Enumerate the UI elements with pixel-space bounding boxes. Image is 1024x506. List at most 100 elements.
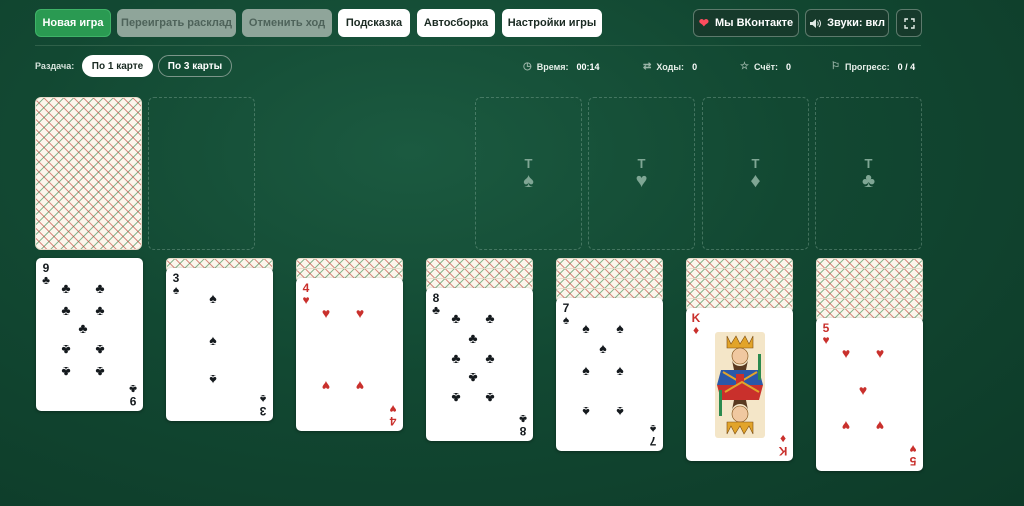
club-icon: ♣ [42, 273, 50, 287]
card-rank: K [778, 444, 788, 458]
diamond-icon: ♦ [750, 169, 761, 192]
settings-button[interactable]: Настройки игры [502, 9, 602, 37]
diamond-icon: ♦ [779, 432, 787, 446]
card-rank: 5 [909, 454, 917, 468]
club-pip-icon: ♣ [95, 342, 105, 358]
sound-toggle-button[interactable]: Звуки: вкл [805, 9, 889, 37]
deal-one-card-option[interactable]: По 1 карте [82, 55, 153, 77]
club-pip-icon: ♣ [61, 280, 71, 296]
progress-label: Прогресс: [844, 61, 890, 72]
vk-button[interactable]: ❤ Мы ВКонтакте [693, 9, 799, 37]
progress-value: 0 / 4 [897, 61, 916, 72]
spade-icon: ♠ [523, 169, 534, 192]
club-pip-icon: ♣ [95, 280, 105, 296]
heart-pip-icon: ♥ [858, 382, 868, 398]
club-pip-icon: ♣ [95, 302, 105, 318]
card-corner: 3 ♠ [169, 272, 183, 296]
spade-pip-icon: ♠ [616, 320, 624, 336]
stock-pile[interactable] [35, 97, 142, 250]
moves-value: 0 [692, 61, 698, 72]
card-rank: 7 [649, 434, 657, 448]
heart-pip-icon: ♥ [355, 378, 365, 394]
heart-suit-icon: ♥ [635, 169, 648, 192]
spade-pip-icon: ♠ [209, 372, 217, 388]
diamond-icon: ♦ [692, 323, 700, 337]
new-game-button[interactable]: Новая игра [35, 9, 111, 37]
spade-icon: ♠ [259, 392, 267, 406]
fullscreen-icon [903, 17, 915, 29]
foundation-rank: Т [637, 155, 646, 171]
tableau-card[interactable]: 8 ♣ 8 ♣ ♣ ♣ ♣ ♣ ♣ ♣ ♣ ♣ [426, 288, 533, 441]
heart-pip-icon: ♥ [841, 345, 851, 361]
card-corner: 4 ♥ [386, 402, 400, 428]
card-corner: 8 ♣ [516, 412, 530, 438]
spade-pip-icon: ♠ [599, 340, 607, 356]
foundation-hearts[interactable]: Т ♥ [588, 97, 695, 250]
foundation-rank: Т [864, 155, 873, 171]
card-corner: 7 ♠ [646, 422, 660, 448]
club-pip-icon: ♣ [468, 370, 478, 386]
spade-pip-icon: ♠ [582, 320, 590, 336]
club-pip-icon: ♣ [451, 310, 461, 326]
spade-pip-icon: ♠ [616, 404, 624, 420]
club-pip-icon: ♣ [485, 310, 495, 326]
club-pip-icon: ♣ [78, 320, 88, 336]
fullscreen-button[interactable] [896, 9, 922, 37]
swap-arrows-icon: ⇄ [643, 61, 652, 72]
tableau-card[interactable]: 4 ♥ 4 ♥ ♥ ♥ ♥ ♥ [296, 278, 403, 431]
spade-pip-icon: ♠ [209, 332, 217, 348]
moves-label: Ходы: [656, 61, 685, 72]
king-portrait-icon [715, 332, 765, 438]
foundation-diamonds[interactable]: Т ♦ [702, 97, 809, 250]
hint-button[interactable]: Подсказка [338, 9, 410, 37]
spade-icon: ♠ [562, 313, 570, 327]
replay-button[interactable]: Переиграть расклад [117, 9, 236, 37]
waste-pile[interactable] [148, 97, 255, 250]
time-label: Время: [536, 61, 569, 72]
tableau-card[interactable]: 3 ♠ 3 ♠ ♠ ♠ ♠ [166, 268, 273, 421]
card-rank: 4 [389, 414, 397, 428]
club-pip-icon: ♣ [485, 350, 495, 366]
autocollect-button[interactable]: Автосборка [417, 9, 495, 37]
club-pip-icon: ♣ [451, 350, 461, 366]
moves-stat: ⇄ Ходы: 0 [643, 61, 697, 72]
undo-button[interactable]: Отменить ход [242, 9, 332, 37]
tableau-card[interactable]: 9 ♣ 9 ♣ ♣ ♣ ♣ ♣ ♣ ♣ ♣ ♣ ♣ [36, 258, 143, 411]
tableau-card[interactable]: K ♦ K ♦ [686, 308, 793, 461]
foundation-clubs[interactable]: Т ♣ [815, 97, 922, 250]
heart-icon: ❤ [698, 16, 709, 30]
club-pip-icon: ♣ [451, 390, 461, 406]
club-icon: ♣ [861, 169, 876, 192]
deal-three-cards-option[interactable]: По 3 карты [158, 55, 232, 77]
toolbar-divider [35, 45, 921, 46]
card-rank: 3 [259, 404, 267, 418]
sound-label: Звуки: вкл [827, 17, 885, 29]
spade-pip-icon: ♠ [582, 362, 590, 378]
heart-icon: ♥ [909, 442, 917, 456]
card-corner: 3 ♠ [256, 392, 270, 418]
card-corner: 5 ♥ [819, 322, 833, 346]
club-icon: ♣ [432, 303, 440, 317]
tableau-card[interactable]: 7 ♠ 7 ♠ ♠ ♠ ♠ ♠ ♠ ♠ ♠ [556, 298, 663, 451]
card-corner: 7 ♠ [559, 302, 573, 326]
speaker-icon [810, 18, 822, 28]
foundation-rank: Т [751, 155, 760, 171]
spade-icon: ♠ [172, 283, 180, 297]
club-pip-icon: ♣ [61, 302, 71, 318]
foundation-rank: Т [524, 155, 533, 171]
spade-pip-icon: ♠ [582, 404, 590, 420]
star-icon: ☆ [740, 61, 749, 72]
tableau-card[interactable]: 5 ♥ 5 ♥ ♥ ♥ ♥ ♥ ♥ [816, 318, 923, 471]
time-stat: ◷ Время: 00:14 [523, 61, 600, 72]
card-corner: 5 ♥ [906, 442, 920, 468]
card-rank: 9 [129, 394, 137, 408]
spade-icon: ♠ [649, 422, 657, 436]
heart-icon: ♥ [822, 333, 830, 347]
clock-icon: ◷ [523, 61, 532, 72]
card-corner: K ♦ [689, 312, 703, 336]
foundation-spades[interactable]: Т ♠ [475, 97, 582, 250]
club-pip-icon: ♣ [485, 390, 495, 406]
heart-pip-icon: ♥ [321, 378, 331, 394]
card-corner: 9 ♣ [39, 262, 53, 286]
score-label: Счёт: [753, 61, 778, 72]
